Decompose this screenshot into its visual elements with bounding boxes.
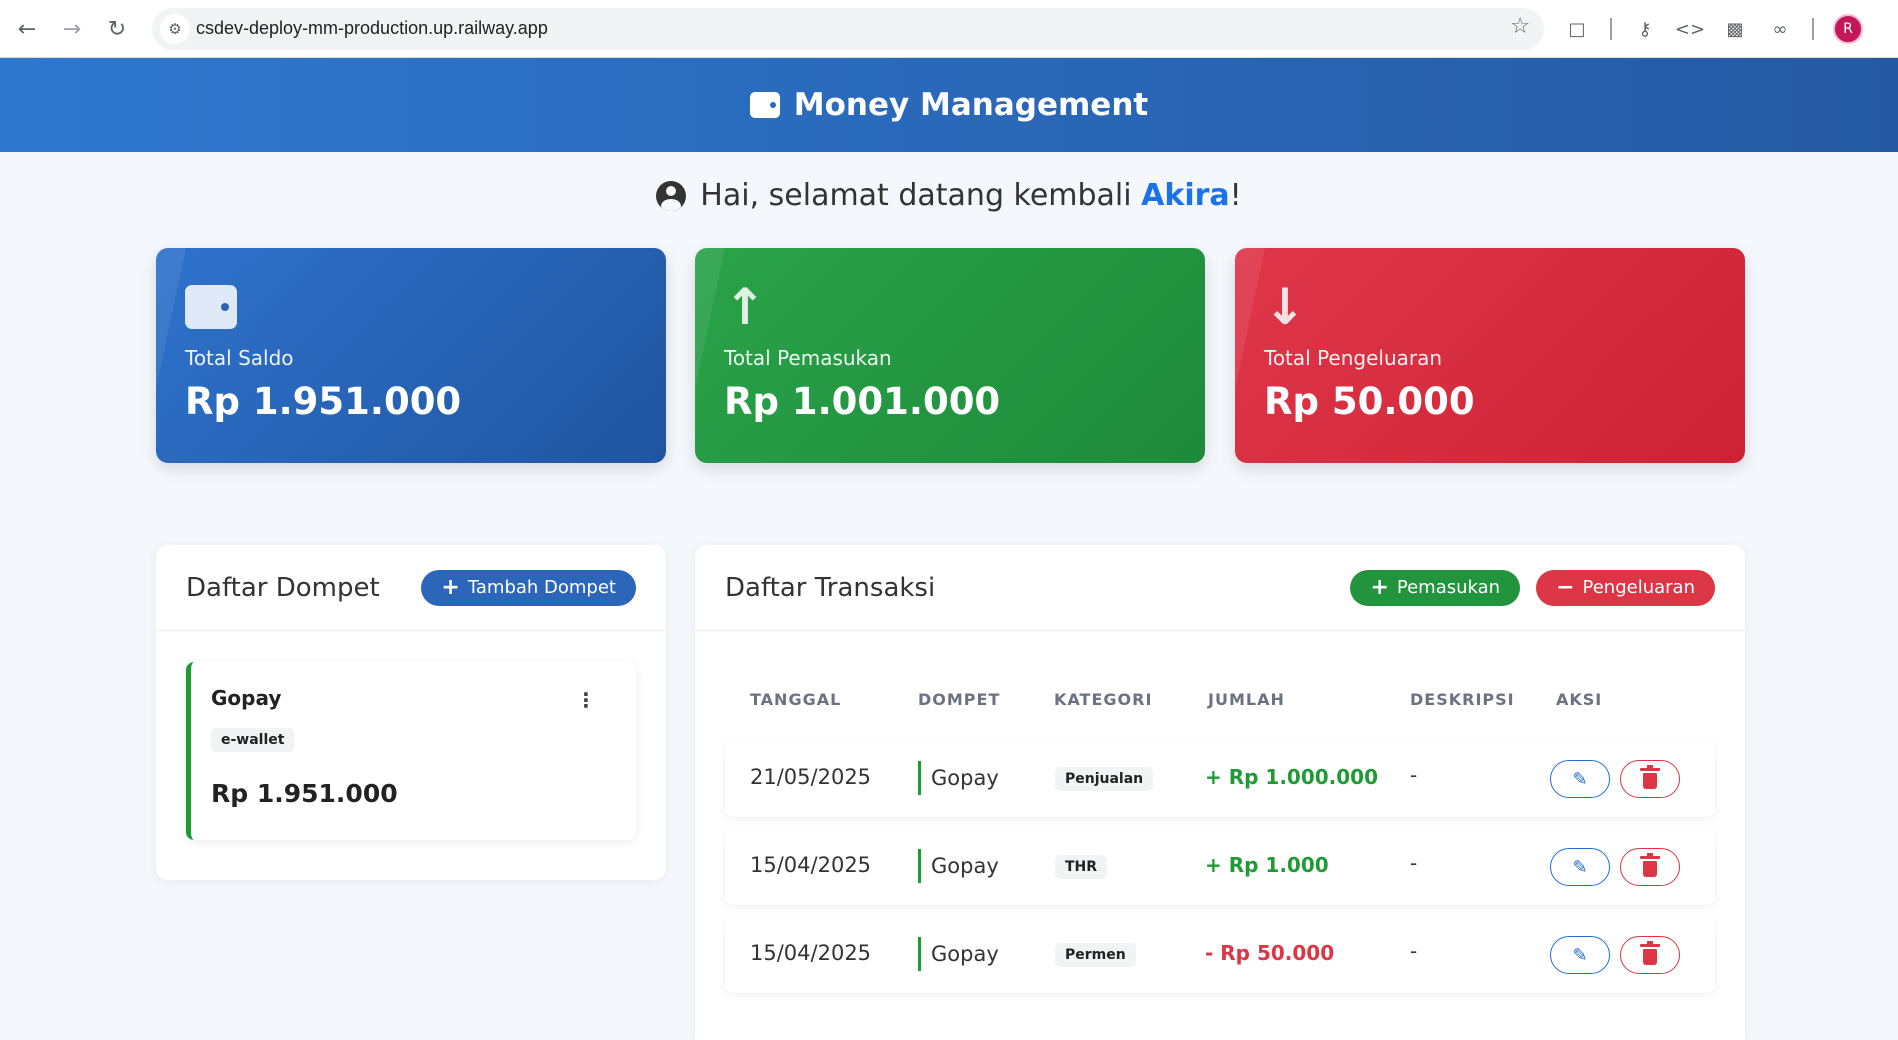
column-header-actions: AKSI [1556, 690, 1603, 709]
add-wallet-label: Tambah Dompet [467, 577, 616, 598]
trash-icon [1640, 941, 1660, 965]
greeting-text: Hai, selamat datang kembali [700, 178, 1142, 213]
transaction-description: - [1410, 763, 1418, 787]
wallet-icon [749, 92, 780, 118]
delete-button[interactable] [1620, 936, 1680, 974]
table-row: 15/04/2025 Gopay THR + Rp 1.000 - ✎ [725, 829, 1715, 905]
toolbar-divider [1610, 18, 1612, 40]
minus-icon: − [1556, 575, 1575, 600]
profile-avatar[interactable]: R [1833, 14, 1863, 44]
panel-title: Daftar Dompet [186, 572, 380, 603]
category-badge: THR [1055, 855, 1108, 879]
stat-value: Rp 1.951.000 [185, 380, 462, 423]
back-icon[interactable]: ← [10, 12, 44, 46]
add-income-button[interactable]: + Pemasukan [1350, 569, 1521, 606]
category-badge: Penjualan [1055, 767, 1154, 791]
arrow-up-icon: ↑ [724, 278, 766, 336]
edit-button[interactable]: ✎ [1550, 848, 1610, 886]
transaction-amount: - Rp 50.000 [1205, 941, 1335, 965]
bookmark-star-icon[interactable]: ☆ [1510, 14, 1530, 39]
translate-icon[interactable]: ▩ [1720, 14, 1750, 44]
edit-icon: ✎ [1572, 768, 1588, 790]
transaction-wallet: Gopay [918, 849, 999, 883]
app-title: Money Management [749, 87, 1149, 123]
transaction-wallet: Gopay [918, 937, 999, 971]
stat-value: Rp 50.000 [1264, 380, 1475, 423]
plus-icon: + [1370, 575, 1389, 600]
transaction-date: 21/05/2025 [750, 765, 872, 789]
stat-value: Rp 1.001.000 [724, 380, 1001, 423]
edit-button[interactable]: ✎ [1550, 760, 1610, 798]
code-icon[interactable]: <> [1675, 14, 1705, 44]
trash-icon [1640, 853, 1660, 877]
total-expense-card: ↓ Total Pengeluaran Rp 50.000 [1235, 248, 1745, 463]
welcome-greeting: Hai, selamat datang kembali Akira! [0, 178, 1898, 213]
column-header-description[interactable]: DESKRIPSI [1410, 690, 1515, 709]
browser-toolbar: ← → ↻ ⚙ csdev-deploy-mm-production.up.ra… [0, 0, 1898, 58]
stat-label: Total Pengeluaran [1264, 346, 1443, 370]
key-icon[interactable]: ⚷ [1630, 14, 1660, 44]
user-name: Akira [1141, 178, 1230, 213]
wallet-type-badge: e-wallet [211, 728, 295, 752]
transaction-amount: + Rp 1.000.000 [1205, 765, 1379, 789]
column-header-category[interactable]: KATEGORI [1054, 690, 1152, 709]
delete-button[interactable] [1620, 848, 1680, 886]
wallet-name: Gopay [211, 686, 282, 710]
wallet-balance: Rp 1.951.000 [211, 779, 398, 808]
edit-button[interactable]: ✎ [1550, 936, 1610, 974]
transaction-amount: + Rp 1.000 [1205, 853, 1329, 877]
app-header: Money Management [0, 58, 1898, 152]
trash-icon [1640, 765, 1660, 789]
url-text[interactable]: csdev-deploy-mm-production.up.railway.ap… [196, 18, 548, 39]
greeting-suffix: ! [1229, 178, 1242, 213]
panel-title: Daftar Transaksi [725, 572, 936, 603]
total-income-card: ↑ Total Pemasukan Rp 1.001.000 [695, 248, 1205, 463]
reload-icon[interactable]: ↻ [100, 12, 134, 46]
wallet-card[interactable]: Gopay ⋮ e-wallet Rp 1.951.000 [186, 662, 636, 840]
extensions-icon[interactable]: □ [1562, 14, 1592, 44]
add-expense-label: Pengeluaran [1582, 577, 1695, 598]
link-icon[interactable]: ∞ [1765, 14, 1795, 44]
table-row: 15/04/2025 Gopay Permen - Rp 50.000 - ✎ [725, 917, 1715, 993]
stat-label: Total Pemasukan [724, 346, 892, 370]
add-wallet-button[interactable]: + Tambah Dompet [421, 569, 636, 606]
add-expense-button[interactable]: − Pengeluaran [1536, 569, 1715, 606]
column-header-amount[interactable]: JUMLAH [1208, 690, 1285, 709]
plus-icon: + [441, 575, 460, 600]
panel-header: Daftar Dompet + Tambah Dompet [156, 545, 666, 631]
transaction-description: - [1410, 851, 1418, 875]
table-header: TANGGAL DOMPET KATEGORI JUMLAH DESKRIPSI… [750, 690, 1710, 714]
column-header-wallet[interactable]: DOMPET [918, 690, 1000, 709]
delete-button[interactable] [1620, 760, 1680, 798]
total-balance-card: Total Saldo Rp 1.951.000 [156, 248, 666, 463]
stat-label: Total Saldo [185, 346, 294, 370]
app-title-text: Money Management [793, 87, 1149, 123]
site-info-icon[interactable]: ⚙ [160, 14, 190, 44]
edit-icon: ✎ [1572, 944, 1588, 966]
arrow-down-icon: ↓ [1264, 278, 1306, 336]
panel-header: Daftar Transaksi + Pemasukan − Pengeluar… [695, 545, 1745, 631]
category-badge: Permen [1055, 943, 1136, 967]
table-row: 21/05/2025 Gopay Penjualan + Rp 1.000.00… [725, 741, 1715, 817]
transaction-description: - [1410, 939, 1418, 963]
wallet-list-panel: Daftar Dompet + Tambah Dompet Gopay ⋮ e-… [156, 545, 666, 880]
transaction-date: 15/04/2025 [750, 853, 872, 877]
toolbar-divider [1812, 18, 1814, 40]
column-header-date[interactable]: TANGGAL [750, 690, 841, 709]
add-income-label: Pemasukan [1396, 577, 1501, 598]
wallet-icon [185, 285, 237, 329]
transaction-date: 15/04/2025 [750, 941, 872, 965]
user-circle-icon [656, 180, 687, 211]
more-vertical-icon[interactable]: ⋮ [576, 688, 596, 712]
edit-icon: ✎ [1572, 856, 1588, 878]
forward-icon[interactable]: → [55, 12, 89, 46]
transaction-wallet: Gopay [918, 761, 999, 795]
address-bar[interactable]: ⚙ csdev-deploy-mm-production.up.railway.… [152, 8, 1544, 50]
transaction-list-panel: Daftar Transaksi + Pemasukan − Pengeluar… [695, 545, 1745, 1040]
